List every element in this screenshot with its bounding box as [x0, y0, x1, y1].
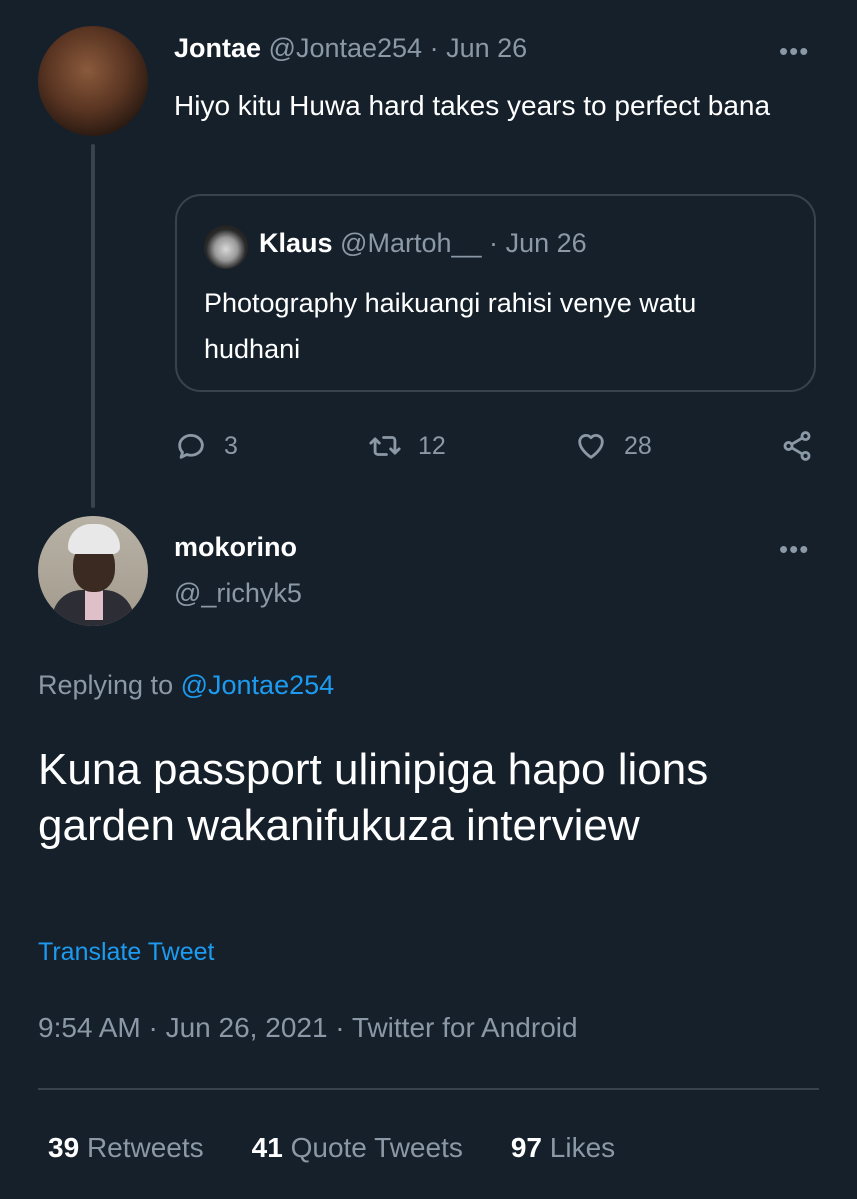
display-name[interactable]: Jontae [174, 33, 261, 63]
likes-stat[interactable]: 97 Likes [511, 1132, 615, 1164]
separator: · [429, 33, 439, 63]
share-button[interactable] [780, 424, 814, 468]
quoted-tweet[interactable]: Klaus @Martoh__ · Jun 26 Photography hai… [175, 194, 816, 392]
replying-to-link[interactable]: @Jontae254 [181, 670, 335, 700]
reply-count: 3 [224, 431, 238, 460]
more-options-icon[interactable]: ••• [779, 36, 809, 67]
tweet-date: Jun 26 [505, 228, 587, 258]
handle: @Martoh__ [340, 228, 482, 258]
tweet-text: Hiyo kitu Huwa hard takes years to perfe… [174, 90, 771, 121]
handle[interactable]: @Jontae254 [269, 33, 423, 63]
more-options-icon[interactable]: ••• [779, 534, 809, 565]
quoted-tweet-text: Photography haikuangi rahisi venye watu … [204, 288, 697, 364]
replying-prefix: Replying to [38, 670, 174, 700]
retweet-button[interactable]: 12 [368, 424, 446, 468]
reply-button[interactable]: 3 [174, 424, 238, 468]
avatar-mokorino[interactable] [38, 516, 148, 626]
separator: · [489, 228, 499, 258]
tweet-text: Kuna passport ulinipiga hapo lions garde… [38, 745, 709, 850]
display-name[interactable]: mokorino [174, 532, 297, 563]
thread-line [91, 144, 95, 508]
like-count: 28 [624, 431, 652, 460]
tweet-date[interactable]: Jun 26 [446, 33, 527, 63]
translate-tweet-link[interactable]: Translate Tweet [38, 938, 214, 967]
reply-icon [178, 434, 204, 459]
replying-to: Replying to @Jontae254 [38, 670, 334, 701]
share-icon [783, 431, 811, 461]
handle[interactable]: @_richyk5 [174, 578, 302, 609]
quote-tweets-stat[interactable]: 41 Quote Tweets [252, 1132, 463, 1164]
tweet-timestamp[interactable]: 9:54 AM · Jun 26, 2021 · Twitter for And… [38, 1012, 578, 1044]
heart-icon [578, 434, 604, 459]
parent-tweet-header: Jontae @Jontae254 · Jun 26 [174, 33, 527, 64]
quoted-tweet-header: Klaus @Martoh__ · Jun 26 [259, 228, 587, 259]
divider [38, 1088, 819, 1090]
tweet-stats: 39 Retweets 41 Quote Tweets 97 Likes [48, 1132, 615, 1164]
retweets-stat[interactable]: 39 Retweets [48, 1132, 204, 1164]
retweet-count: 12 [418, 431, 446, 460]
like-button[interactable]: 28 [574, 424, 652, 468]
display-name: Klaus [259, 228, 333, 258]
avatar-klaus [204, 225, 248, 269]
avatar-jontae[interactable] [38, 26, 148, 136]
retweet-icon [369, 436, 401, 456]
